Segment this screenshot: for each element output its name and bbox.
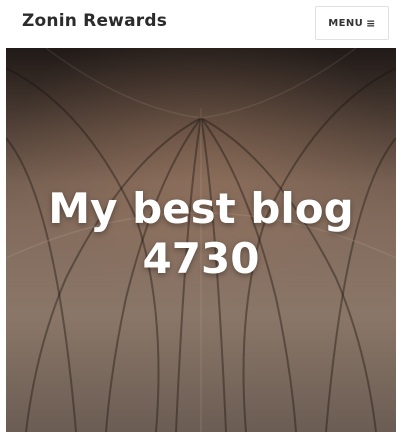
- menu-label: MENU: [328, 17, 364, 29]
- hamburger-icon: ≡: [366, 16, 376, 30]
- hero-banner: My best blog 4730: [6, 48, 396, 432]
- site-title-link[interactable]: Zonin Rewards: [22, 11, 167, 31]
- site-header: Zonin Rewards MENU ≡: [0, 0, 401, 48]
- menu-button[interactable]: MENU ≡: [315, 6, 389, 40]
- hero-title: My best blog 4730: [48, 184, 354, 283]
